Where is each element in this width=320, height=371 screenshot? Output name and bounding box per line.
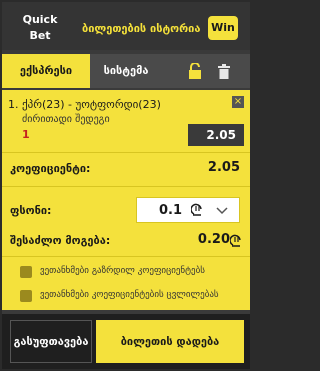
bet-odd: 2.05 [188,124,244,146]
lock-open-icon[interactable] [188,63,202,79]
clear-button[interactable]: გასუფთავება [10,320,92,363]
checkbox[interactable] [20,290,32,302]
bet-market: ძირითადი შედეგი [22,114,110,125]
checkbox[interactable] [20,266,32,278]
divider [2,256,250,257]
slip-content: 1. ქპრ(23) - უოტფორდი(23) ძირითადი შედეგ… [2,90,250,310]
stake-input[interactable]: 0.1 [136,197,240,223]
tab-express[interactable]: ექსპრესი [2,54,90,88]
divider [2,152,250,153]
bet-event-title: 1. ქპრ(23) - უოტფორდი(23) [8,98,161,111]
possible-win-value: 0.20 [197,232,230,247]
bet-type-tabs: ექსპრესი სისტემა [2,54,250,88]
possible-win-label: შესაძლო მოგება: [10,234,111,247]
place-bet-button[interactable]: ბილეთის დადება [96,320,244,363]
stake-label: ფსონი: [10,204,52,217]
divider [2,186,250,187]
win-badge: Win [208,16,238,40]
bet-slip: Quick Bet ბილეთების ისტორია Win ექსპრესი… [2,2,250,369]
accept-odds-changes-label: ვეთანხმები კოეფიციენტების ცვლილებას [40,290,219,300]
remove-bet-button[interactable]: × [232,96,244,108]
chevron-down-icon[interactable] [215,206,229,216]
quick-bet-button[interactable]: Quick Bet [16,12,64,46]
slip-header: Quick Bet ბილეთების ისტორია Win [2,2,250,50]
slip-footer: გასუფთავება ბილეთის დადება [2,314,250,369]
accept-higher-odds-label: ვეთანხმები გაზრდილ კოეფიციენტებს [40,266,205,276]
bet-item: 1. ქპრ(23) - უოტფორდი(23) ძირითადი შედეგ… [8,96,244,150]
stake-value: 0.1 [159,203,183,218]
lari-currency-icon [230,234,241,247]
ticket-history-link[interactable]: ბილეთების ისტორია [82,22,200,35]
quick-bet-label-line2: Bet [29,29,51,42]
quick-bet-label-line1: Quick [22,13,58,26]
tab-system[interactable]: სისტემა [92,54,160,88]
tab-icons [178,63,240,81]
coefficient-label: კოეფიციენტი: [10,162,91,175]
coefficient-value: 2.05 [207,160,240,175]
bet-pick: 1 [22,128,30,141]
lari-currency-icon [191,203,202,216]
trash-icon[interactable] [218,64,230,79]
